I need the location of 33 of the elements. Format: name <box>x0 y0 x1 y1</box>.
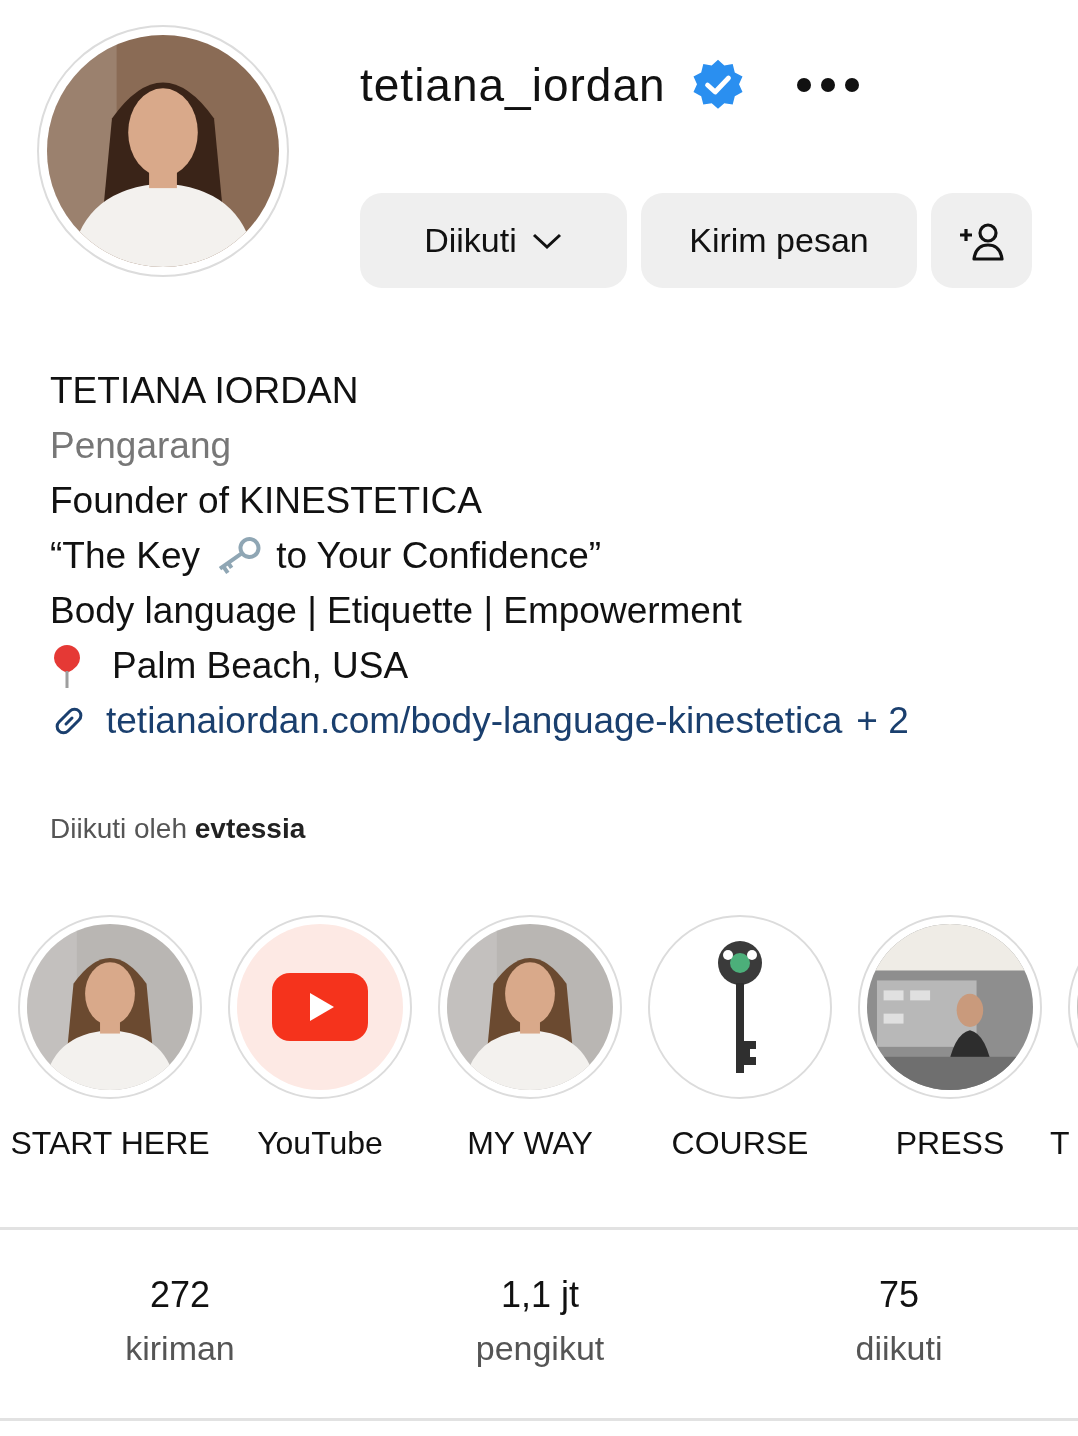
website-link[interactable]: tetianaiordan.com/body-language-kinestetica <box>106 693 843 748</box>
more-options-icon[interactable] <box>795 75 860 95</box>
bio-text: Body language | Etiquette | Empowerment <box>50 589 742 633</box>
bio-text: “The Key <box>50 534 201 578</box>
stat-count: 75 <box>878 1273 919 1317</box>
bio-text: Founder of KINESTETICA <box>50 479 482 523</box>
highlight-label: START HERE <box>10 1125 210 1162</box>
add-person-icon <box>957 220 1006 261</box>
location-text: Palm Beach, USA <box>112 644 409 688</box>
play-button-icon <box>272 973 368 1041</box>
profile-name: TETIANA IORDAN <box>50 369 359 413</box>
highlight-label: COURSE <box>671 1125 809 1162</box>
highlight-label: YouTube <box>257 1125 383 1162</box>
stat-count: 1,1 jt <box>500 1273 579 1317</box>
followed-by-text: Diikuti oleh evtessia <box>49 812 307 845</box>
message-button[interactable]: Kirim pesan <box>641 193 917 288</box>
following-dropdown-button[interactable]: Diikuti <box>360 193 627 288</box>
highlight-label: PRESS <box>895 1125 1005 1162</box>
highlight-ring[interactable] <box>858 915 1042 1099</box>
highlight-label: T <box>1050 1125 1070 1162</box>
bio-text: to Your Confidence” <box>276 534 602 578</box>
stat-label: pengikut <box>475 1328 605 1369</box>
highlight-ring[interactable] <box>18 915 202 1099</box>
more-links-link[interactable]: + 2 <box>856 693 909 748</box>
stat-label: diikuti <box>855 1328 943 1369</box>
stat-count: 272 <box>149 1273 211 1317</box>
highlight-ring[interactable] <box>438 915 622 1099</box>
add-person-button[interactable] <box>931 193 1032 288</box>
highlight-ring[interactable] <box>648 915 832 1099</box>
username: tetiana_iordan <box>360 58 666 112</box>
highlight-label: MY WAY <box>467 1125 593 1162</box>
stat-label: kiriman <box>125 1328 235 1369</box>
category-label: Pengarang <box>50 424 232 468</box>
